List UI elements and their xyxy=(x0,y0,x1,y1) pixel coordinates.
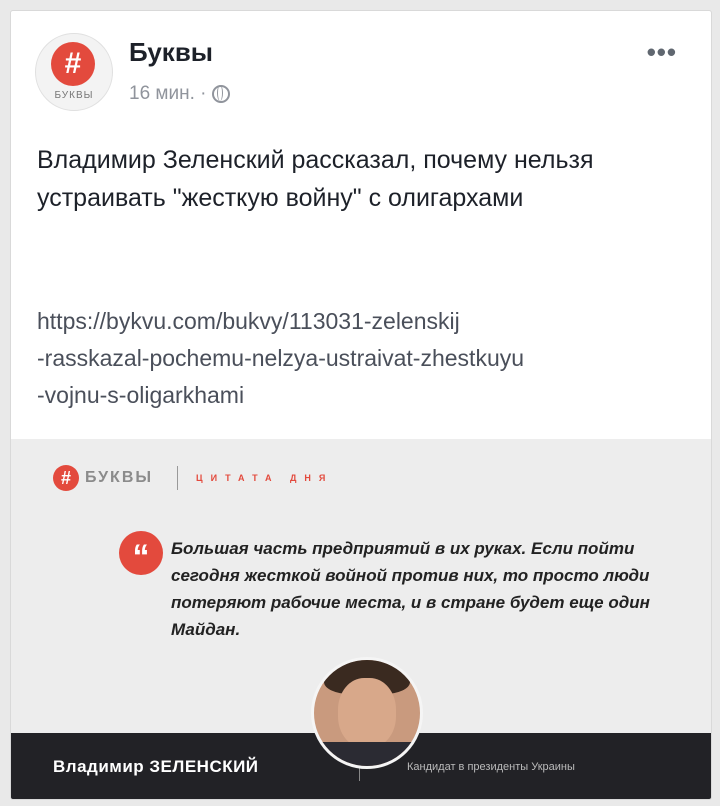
post-text: Владимир Зеленский рассказал, почему нел… xyxy=(37,146,594,212)
speaker-name: Владимир ЗЕЛЕНСКИЙ xyxy=(53,757,259,776)
brand-divider xyxy=(177,466,179,490)
post-link-line[interactable]: https://bykvu.com/bukvy/113031-zelenskij xyxy=(37,303,697,340)
speaker-portrait xyxy=(311,657,423,769)
page-avatar[interactable]: # БУКВЫ xyxy=(35,33,113,111)
post-link-line[interactable]: -rasskazal-pochemu-nelzya-ustraivat-zhes… xyxy=(37,340,697,377)
page-name-link[interactable]: Буквы xyxy=(129,37,213,68)
avatar-label: БУКВЫ xyxy=(54,90,94,101)
hash-logo-icon: # xyxy=(53,465,79,491)
more-options-button[interactable]: ••• xyxy=(647,37,677,68)
post-link-line[interactable]: -vojnu-s-oligarkhami xyxy=(37,377,697,414)
hash-logo-icon: # xyxy=(51,42,95,86)
post-timestamp[interactable]: 16 мин. · xyxy=(129,83,206,105)
quote-image[interactable]: # БУКВЫ ЦИТАТА ДНЯ “ Большая часть предп… xyxy=(11,439,711,799)
post-link[interactable]: https://bykvu.com/bukvy/113031-zelenskij… xyxy=(37,303,697,414)
quote-mark-icon: “ xyxy=(119,531,163,576)
quote-text: Большая часть предприятий в их руках. Ес… xyxy=(171,539,650,639)
facebook-post-card: # БУКВЫ Буквы 16 мин. · ••• Владимир Зел… xyxy=(10,10,712,800)
speaker-role: Кандидат в президенты Украины xyxy=(407,761,575,773)
brand-name: БУКВЫ xyxy=(85,469,154,486)
globe-icon xyxy=(212,85,231,103)
image-brand: # БУКВЫ ЦИТАТА ДНЯ xyxy=(53,465,333,491)
post-meta: 16 мин. · xyxy=(129,83,231,105)
quote-of-day-label: ЦИТАТА ДНЯ xyxy=(196,473,334,483)
